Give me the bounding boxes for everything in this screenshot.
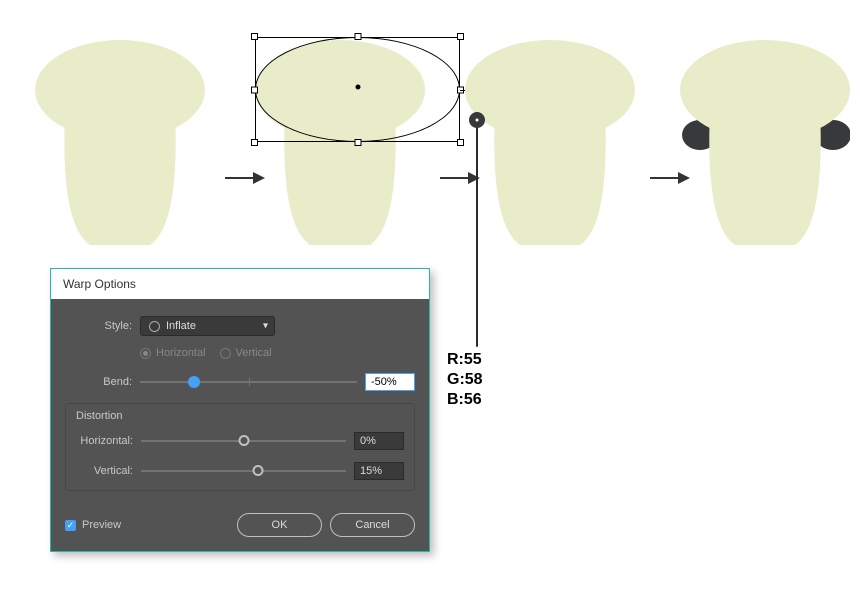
orientation-vertical-radio[interactable]: Vertical xyxy=(220,347,272,359)
inflate-icon xyxy=(149,321,160,332)
checkbox-icon: ✓ xyxy=(65,520,76,531)
distortion-panel: Distortion Horizontal: 0% Vertical: 15% xyxy=(65,403,415,491)
radio-icon xyxy=(140,348,151,359)
resize-handle[interactable] xyxy=(354,33,361,40)
dialog-title: Warp Options xyxy=(51,269,429,299)
rgb-r: R:55 xyxy=(447,350,483,370)
cancel-button[interactable]: Cancel xyxy=(330,513,415,537)
rgb-g: G:58 xyxy=(447,370,483,390)
rgb-b: B:56 xyxy=(447,390,483,410)
style-select[interactable]: Inflate xyxy=(140,316,275,336)
style-value: Inflate xyxy=(166,320,196,332)
vertical-distortion-label: Vertical: xyxy=(76,465,141,477)
resize-handle[interactable] xyxy=(354,139,361,146)
warp-options-dialog: Warp Options Style: Inflate Horizontal V… xyxy=(50,268,430,552)
rgb-readout: R:55 G:58 B:56 xyxy=(447,350,483,410)
center-point[interactable] xyxy=(355,85,360,90)
resize-handle[interactable] xyxy=(251,86,258,93)
ok-button[interactable]: OK xyxy=(237,513,322,537)
mushroom-step-1 xyxy=(30,35,210,245)
horizontal-distortion-input[interactable]: 0% xyxy=(354,432,404,450)
color-pointer-line xyxy=(476,122,478,347)
color-pointer-ball xyxy=(469,112,485,128)
resize-handle[interactable] xyxy=(251,139,258,146)
horizontal-distortion-slider[interactable] xyxy=(141,440,346,442)
preview-label: Preview xyxy=(82,519,121,531)
canvas-area xyxy=(30,20,840,270)
distortion-title: Distortion xyxy=(76,410,404,422)
vertical-distortion-input[interactable]: 15% xyxy=(354,462,404,480)
bend-value-input[interactable]: -50% xyxy=(365,373,415,391)
selection-bounding-box[interactable] xyxy=(255,37,460,142)
mushroom-step-4 xyxy=(675,35,850,245)
preview-checkbox[interactable]: ✓ Preview xyxy=(65,519,121,531)
vertical-distortion-slider[interactable] xyxy=(141,470,346,472)
radio-icon xyxy=(220,348,231,359)
resize-handle[interactable] xyxy=(251,33,258,40)
orientation-group: Horizontal Vertical xyxy=(140,347,415,359)
horizontal-distortion-label: Horizontal: xyxy=(76,435,141,447)
orientation-horizontal-radio[interactable]: Horizontal xyxy=(140,347,206,359)
bend-label: Bend: xyxy=(65,376,140,388)
bend-slider[interactable] xyxy=(140,381,357,383)
mushroom-step-3 xyxy=(460,35,640,245)
style-label: Style: xyxy=(65,320,140,332)
